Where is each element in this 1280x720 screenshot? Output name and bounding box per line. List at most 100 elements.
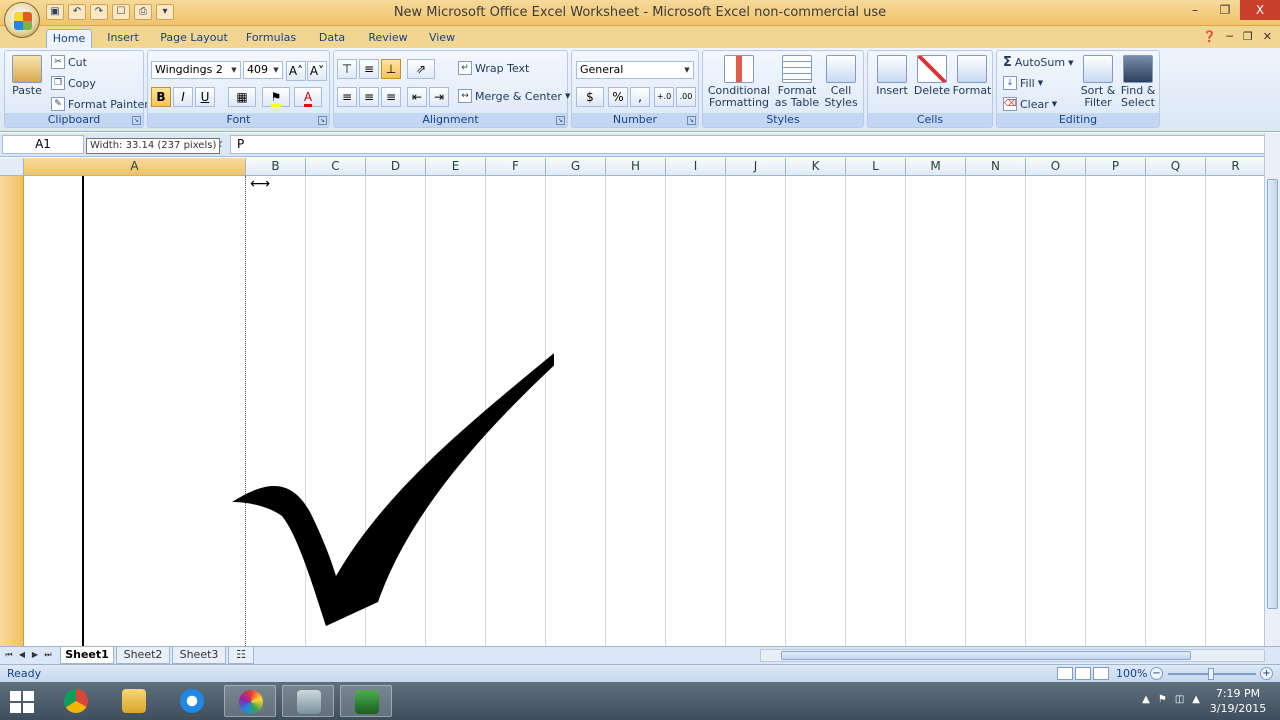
tab-review[interactable]: Review — [362, 29, 414, 48]
align-bottom-icon[interactable]: ⊥ — [381, 59, 401, 79]
clipboard-launcher-icon[interactable]: ↘ — [132, 116, 141, 125]
vertical-scrollbar[interactable] — [1264, 133, 1280, 646]
tab-view[interactable]: View — [424, 29, 460, 48]
align-center-icon[interactable]: ≡ — [359, 87, 379, 107]
windows-start-icon[interactable] — [10, 691, 34, 713]
vertical-scroll-thumb[interactable] — [1267, 179, 1278, 609]
orientation-icon[interactable]: ⇗ — [407, 59, 435, 79]
workbook-minimize-icon[interactable]: ─ — [1226, 30, 1233, 43]
taskbar-excel[interactable] — [340, 685, 392, 717]
shrink-font-button[interactable]: A˅ — [307, 61, 327, 81]
decrease-decimal-button[interactable]: .00 — [676, 87, 696, 107]
font-color-button[interactable]: A — [294, 87, 322, 107]
column-header-p[interactable]: P — [1086, 158, 1146, 175]
insert-cells-button[interactable]: Insert — [872, 55, 912, 97]
column-header-l[interactable]: L — [846, 158, 906, 175]
workbook-restore-icon[interactable]: ❐ — [1243, 30, 1253, 43]
merge-center-button[interactable]: ↔ Merge & Center ▼ — [458, 89, 570, 103]
bold-button[interactable]: B — [151, 87, 171, 107]
zoom-out-icon[interactable]: − — [1150, 667, 1163, 680]
taskbar-paint[interactable] — [224, 685, 276, 717]
delete-cells-button[interactable]: Delete — [912, 55, 952, 97]
help-icon[interactable]: ❓ — [1203, 30, 1217, 43]
close-button[interactable]: X — [1240, 0, 1280, 20]
decrease-indent-icon[interactable]: ⇤ — [407, 87, 427, 107]
font-size-combo[interactable]: 409 ▼ — [243, 61, 283, 79]
font-name-combo[interactable]: Wingdings 2 ▼ — [151, 61, 241, 79]
column-header-b[interactable]: B — [246, 158, 306, 175]
number-launcher-icon[interactable]: ↘ — [687, 116, 696, 125]
next-sheet-icon[interactable]: ▶ — [29, 649, 41, 661]
column-header-j[interactable]: J — [726, 158, 786, 175]
clear-button[interactable]: ⌫ Clear ▼ — [1003, 97, 1057, 111]
fill-button[interactable]: ↓ Fill ▼ — [1003, 76, 1043, 90]
page-break-view-icon[interactable] — [1093, 667, 1109, 680]
sort-filter-button[interactable]: Sort & Filter — [1079, 55, 1117, 109]
increase-decimal-button[interactable]: +.0 — [654, 87, 674, 107]
tray-expand-icon[interactable]: ▲ — [1142, 694, 1150, 705]
column-header-g[interactable]: G — [546, 158, 606, 175]
taskbar-file-explorer[interactable] — [108, 685, 160, 717]
font-launcher-icon[interactable]: ↘ — [318, 116, 327, 125]
zoom-in-icon[interactable]: + — [1260, 667, 1273, 680]
normal-view-icon[interactable] — [1057, 667, 1073, 680]
column-header-q[interactable]: Q — [1146, 158, 1206, 175]
column-header-f[interactable]: F — [486, 158, 546, 175]
copy-button[interactable]: ❐ Copy — [51, 76, 96, 90]
alignment-launcher-icon[interactable]: ↘ — [556, 116, 565, 125]
insert-sheet-icon[interactable]: ☷ — [228, 647, 254, 664]
column-header-c[interactable]: C — [306, 158, 366, 175]
tab-formulas[interactable]: Formulas — [242, 29, 300, 48]
conditional-formatting-button[interactable]: Conditional Formatting — [707, 55, 771, 109]
sheet-tab-sheet1[interactable]: Sheet1 — [60, 647, 114, 664]
tab-insert[interactable]: Insert — [100, 29, 146, 48]
page-layout-view-icon[interactable] — [1075, 667, 1091, 680]
formula-input[interactable]: P — [230, 135, 1266, 154]
row-header-1[interactable] — [0, 176, 24, 646]
format-cells-button[interactable]: Format — [952, 55, 992, 97]
select-all-corner[interactable] — [0, 158, 24, 176]
taskbar-chrome[interactable] — [50, 685, 102, 717]
zoom-slider-thumb[interactable] — [1208, 668, 1214, 680]
zoom-level[interactable]: 100% — [1116, 667, 1147, 680]
sheet-tab-sheet3[interactable]: Sheet3 — [172, 647, 226, 664]
align-right-icon[interactable]: ≡ — [381, 87, 401, 107]
increase-indent-icon[interactable]: ⇥ — [429, 87, 449, 107]
paste-button[interactable]: Paste — [9, 55, 45, 97]
percent-button[interactable]: % — [608, 87, 628, 107]
name-box[interactable]: A1 — [2, 135, 84, 154]
horizontal-scroll-thumb[interactable] — [781, 651, 1191, 660]
tab-page-layout[interactable]: Page Layout — [158, 29, 230, 48]
workbook-close-icon[interactable]: ✕ — [1263, 30, 1272, 43]
column-header-n[interactable]: N — [966, 158, 1026, 175]
column-header-i[interactable]: I — [666, 158, 726, 175]
currency-button[interactable]: $ — [576, 87, 604, 107]
last-sheet-icon[interactable]: ⏭ — [42, 649, 54, 661]
column-header-h[interactable]: H — [606, 158, 666, 175]
fill-color-button[interactable]: ⚑ — [262, 87, 290, 107]
sheet-tab-sheet2[interactable]: Sheet2 — [116, 647, 170, 664]
autosum-button[interactable]: Σ AutoSum ▼ — [1003, 55, 1074, 70]
worksheet-cells[interactable]: ⟷ — [24, 176, 1264, 646]
tray-network-icon[interactable]: ▲ — [1192, 694, 1200, 705]
column-header-k[interactable]: K — [786, 158, 846, 175]
comma-button[interactable]: , — [630, 87, 650, 107]
office-button[interactable] — [4, 2, 40, 38]
format-painter-button[interactable]: ✎ Format Painter — [51, 97, 149, 111]
cut-button[interactable]: ✂ Cut — [51, 55, 87, 69]
number-format-combo[interactable]: General ▼ — [576, 61, 694, 79]
wrap-text-button[interactable]: ↵ Wrap Text — [458, 61, 529, 75]
find-select-button[interactable]: Find & Select — [1119, 55, 1157, 109]
minimize-button[interactable]: – — [1180, 0, 1210, 20]
column-header-r[interactable]: R — [1206, 158, 1264, 175]
grow-font-button[interactable]: A˄ — [286, 61, 306, 81]
italic-button[interactable]: I — [173, 87, 193, 107]
column-header-o[interactable]: O — [1026, 158, 1086, 175]
cell-styles-button[interactable]: Cell Styles — [821, 55, 861, 109]
first-sheet-icon[interactable]: ⏮ — [3, 649, 15, 661]
column-header-a[interactable]: A — [24, 158, 246, 175]
format-as-table-button[interactable]: Format as Table — [773, 55, 821, 109]
prev-sheet-icon[interactable]: ◀ — [16, 649, 28, 661]
align-middle-icon[interactable]: ≡ — [359, 59, 379, 79]
horizontal-scrollbar[interactable] — [760, 649, 1265, 662]
